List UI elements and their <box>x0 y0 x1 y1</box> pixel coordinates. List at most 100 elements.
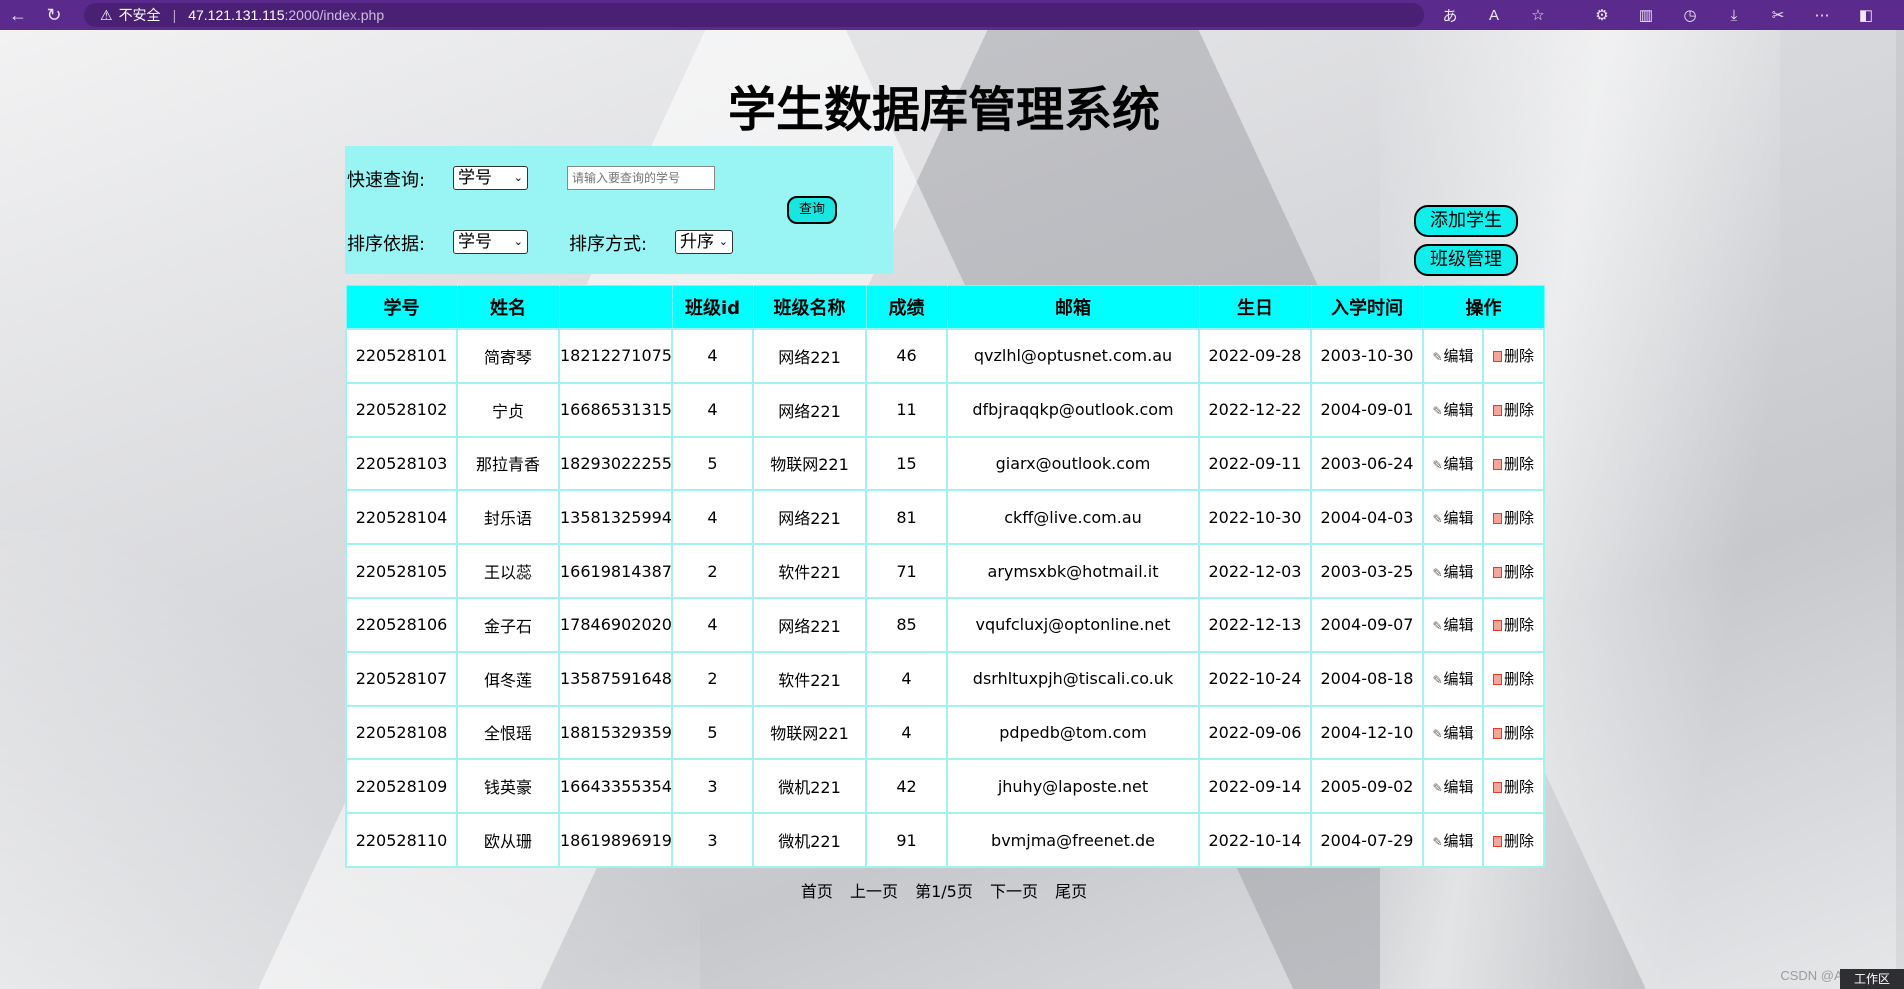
column-header: 班级名称 <box>752 285 867 330</box>
edit-link[interactable]: ✎编辑 <box>1432 778 1473 796</box>
delete-cell: 删除 <box>1482 543 1545 599</box>
screenshot-icon[interactable]: ✂ <box>1756 6 1800 24</box>
pencil-icon: ✎ <box>1432 511 1443 526</box>
favorite-star-icon[interactable]: ☆ <box>1516 6 1560 24</box>
trash-icon <box>1492 727 1502 739</box>
delete-link[interactable]: 删除 <box>1492 832 1534 850</box>
edit-link[interactable]: ✎编辑 <box>1432 832 1473 850</box>
table-cell: 220528110 <box>345 812 458 868</box>
table-cell: 2022-09-28 <box>1198 328 1312 384</box>
table-cell: 4 <box>865 650 948 707</box>
prev-page-link[interactable]: 上一页 <box>850 882 898 901</box>
table-cell: 2004-12-10 <box>1310 704 1424 761</box>
translate-icon[interactable]: あ <box>1428 5 1472 26</box>
table-cell: 42 <box>865 758 948 815</box>
edit-link[interactable]: ✎编辑 <box>1432 724 1473 742</box>
scrollbar[interactable] <box>1896 30 1904 989</box>
table-cell: 81 <box>865 489 948 546</box>
edit-link[interactable]: ✎编辑 <box>1432 509 1473 527</box>
table-cell: 4 <box>865 704 948 761</box>
table-cell: 16686531315 <box>558 381 673 438</box>
table-cell: 网络221 <box>752 328 867 384</box>
table-cell: 2004-09-07 <box>1310 596 1424 653</box>
search-input[interactable] <box>567 166 715 190</box>
delete-link[interactable]: 删除 <box>1492 401 1534 419</box>
edit-link[interactable]: ✎编辑 <box>1432 347 1473 365</box>
delete-link[interactable]: 删除 <box>1492 616 1534 635</box>
more-icon[interactable]: ⋯ <box>1800 6 1844 24</box>
last-page-link[interactable]: 尾页 <box>1055 882 1087 901</box>
table-cell: 5 <box>671 435 754 492</box>
delete-link[interactable]: 删除 <box>1492 670 1534 688</box>
table-cell: 220528108 <box>345 704 458 761</box>
edit-label: 编辑 <box>1443 401 1474 420</box>
column-header: 操作 <box>1422 285 1545 330</box>
table-cell: 13581325994 <box>558 489 673 546</box>
edit-link[interactable]: ✎编辑 <box>1432 563 1473 581</box>
sort-order-select[interactable]: 升序 ⌄ <box>675 230 733 254</box>
edit-link[interactable]: ✎编辑 <box>1432 616 1473 634</box>
edit-link[interactable]: ✎编辑 <box>1432 670 1473 688</box>
table-cell: 2022-10-30 <box>1198 489 1312 546</box>
query-button[interactable]: 查询 <box>787 196 837 224</box>
delete-label: 删除 <box>1503 616 1534 635</box>
add-student-button[interactable]: 添加学生 <box>1414 205 1518 237</box>
table-cell: 18815329359 <box>558 704 673 761</box>
split-screen-icon[interactable]: ▥ <box>1624 6 1668 24</box>
table-cell: 46 <box>865 328 948 384</box>
delete-link[interactable]: 删除 <box>1492 563 1534 581</box>
pencil-icon: ✎ <box>1432 780 1443 795</box>
quick-search-field-select[interactable]: 学号 ⌄ <box>453 166 528 190</box>
table-cell: 11 <box>865 381 948 438</box>
class-manage-button[interactable]: 班级管理 <box>1414 244 1518 276</box>
sort-order-value: 升序 <box>680 232 714 252</box>
history-icon[interactable]: ◷ <box>1668 6 1712 24</box>
edit-cell: ✎编辑 <box>1422 596 1484 653</box>
sort-field-select[interactable]: 学号 ⌄ <box>453 230 528 254</box>
edit-link[interactable]: ✎编辑 <box>1432 455 1473 473</box>
table-cell: 那拉青香 <box>456 435 560 492</box>
back-icon[interactable]: ← <box>0 0 36 30</box>
table-cell: 物联网221 <box>752 704 867 761</box>
delete-label: 删除 <box>1503 508 1534 527</box>
trash-icon <box>1492 620 1502 632</box>
extensions-icon[interactable]: ⚙ <box>1580 6 1624 24</box>
edit-label: 编辑 <box>1443 454 1474 473</box>
table-cell: pdpedb@tom.com <box>946 704 1200 761</box>
table-cell: 3 <box>671 812 754 868</box>
table-cell: 2022-12-22 <box>1198 381 1312 438</box>
edit-link[interactable]: ✎编辑 <box>1432 401 1473 419</box>
url-path: :2000/index.php <box>284 7 385 23</box>
edit-label: 编辑 <box>1443 562 1474 581</box>
sidebar-icon[interactable]: ◧ <box>1844 6 1888 24</box>
table-cell: 4 <box>671 328 754 384</box>
delete-cell: 删除 <box>1482 704 1545 761</box>
delete-link[interactable]: 删除 <box>1492 347 1534 365</box>
table-cell: 微机221 <box>752 758 867 815</box>
table-cell: dfbjraqqkp@outlook.com <box>946 381 1200 438</box>
table-row: 220528107 佴冬莲 13587591648 2 软件221 4 dsrhltuxpj… <box>345 650 1545 707</box>
delete-link[interactable]: 删除 <box>1492 778 1534 796</box>
delete-link[interactable]: 删除 <box>1492 724 1534 742</box>
table-cell: bvmjma@freenet.de <box>946 812 1200 868</box>
delete-link[interactable]: 删除 <box>1492 454 1534 473</box>
delete-cell: 删除 <box>1482 328 1545 384</box>
edit-label: 编辑 <box>1443 777 1474 796</box>
browser-toolbar: ← ↻ ⚠ 不安全 | 47.121.131.115:2000/index.ph… <box>0 0 1904 30</box>
read-aloud-icon[interactable]: A <box>1472 7 1516 24</box>
delete-link[interactable]: 删除 <box>1492 508 1534 527</box>
trash-icon <box>1492 351 1502 363</box>
refresh-icon[interactable]: ↻ <box>36 0 72 30</box>
next-page-link[interactable]: 下一页 <box>990 882 1038 901</box>
table-cell: 软件221 <box>752 650 867 707</box>
edit-label: 编辑 <box>1443 347 1474 366</box>
delete-label: 删除 <box>1503 454 1534 473</box>
trash-icon <box>1492 566 1502 578</box>
table-cell: 18293022255 <box>558 435 673 492</box>
edit-cell: ✎编辑 <box>1422 758 1484 815</box>
address-bar[interactable]: ⚠ 不安全 | 47.121.131.115:2000/index.php <box>84 3 1424 27</box>
first-page-link[interactable]: 首页 <box>801 882 833 901</box>
download-icon[interactable]: ⤓ <box>1712 7 1756 24</box>
table-row: 220528104 封乐语 13581325994 4 网络221 81 ckff@live… <box>345 489 1545 546</box>
table-cell: 220528107 <box>345 650 458 707</box>
